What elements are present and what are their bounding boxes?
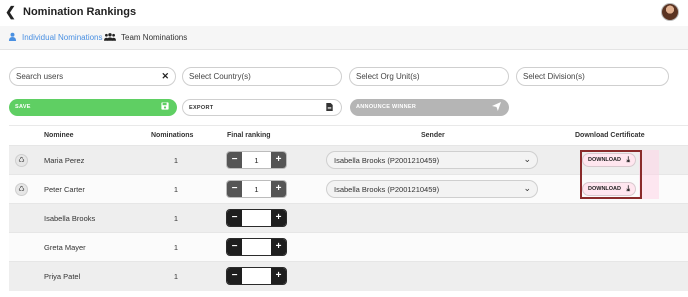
announce-winner-button[interactable]: ANNOUNCE WINNER <box>350 99 509 116</box>
increment-button[interactable]: + <box>271 210 286 226</box>
column-header-nominations: Nominations <box>151 132 194 139</box>
back-arrow-icon[interactable]: ❮ <box>5 4 16 20</box>
app-header: ❮ Nomination Rankings <box>0 0 688 26</box>
increment-button[interactable]: + <box>271 181 286 197</box>
org-unit-select[interactable]: Select Org Unit(s) <box>349 67 509 86</box>
decrement-button[interactable]: − <box>227 210 242 226</box>
file-icon <box>326 103 333 113</box>
ranking-stepper[interactable]: − 1 + <box>226 180 287 198</box>
sender-select[interactable]: Isabella Brooks (P2001210459) ⌄ <box>326 151 538 169</box>
column-header-download-certificate: Download Certificate <box>575 132 645 139</box>
ranking-stepper[interactable]: − + <box>226 238 287 256</box>
ranking-stepper[interactable]: − + <box>226 209 287 227</box>
increment-button[interactable]: + <box>271 268 286 284</box>
tab-team-nominations[interactable]: Team Nominations <box>104 32 187 43</box>
increment-button[interactable]: + <box>271 239 286 255</box>
page-title: Nomination Rankings <box>23 6 137 18</box>
chevron-down-icon: ⌄ <box>523 183 531 193</box>
tab-bar: Individual Nominations Team Nominations <box>0 26 688 50</box>
column-header-sender: Sender <box>421 132 445 139</box>
country-select[interactable]: Select Country(s) <box>182 67 342 86</box>
highlight-glow <box>639 150 659 199</box>
nominations-count: 1 <box>173 214 179 223</box>
decrement-button[interactable]: − <box>227 181 242 197</box>
column-header-nominee: Nominee <box>44 132 74 139</box>
clear-icon[interactable]: ✕ <box>161 71 169 82</box>
ranking-stepper[interactable]: − + <box>226 267 287 285</box>
tab-individual-nominations[interactable]: Individual Nominations <box>8 32 103 43</box>
decrement-button[interactable]: − <box>227 268 242 284</box>
floppy-disk-icon <box>161 102 169 112</box>
export-button[interactable]: EXPORT <box>182 99 342 116</box>
ranking-stepper[interactable]: − 1 + <box>226 151 287 169</box>
division-select[interactable]: Select Division(s) <box>516 67 669 86</box>
search-input[interactable]: Search users ✕ <box>9 67 176 86</box>
save-label: SAVE <box>15 104 31 110</box>
nominations-count: 1 <box>173 272 179 281</box>
group-icon <box>104 32 116 43</box>
save-button[interactable]: SAVE <box>9 99 177 116</box>
nominee-name: Peter Carter <box>44 185 85 194</box>
sender-value: Isabella Brooks (P2001210459) <box>334 185 440 194</box>
trophy-icon: ♺ <box>15 154 28 167</box>
country-placeholder: Select Country(s) <box>189 72 251 81</box>
ranking-value[interactable]: 1 <box>242 185 271 194</box>
chevron-down-icon: ⌄ <box>523 154 531 164</box>
nominations-count: 1 <box>173 156 179 165</box>
column-header-final-ranking: Final ranking <box>227 132 271 139</box>
send-icon <box>492 102 501 113</box>
nominee-name: Priya Patel <box>44 272 81 281</box>
nominee-name: Greta Mayer <box>44 243 86 252</box>
trophy-icon: ♺ <box>15 183 28 196</box>
ranking-value[interactable]: 1 <box>242 156 271 165</box>
announce-label: ANNOUNCE WINNER <box>356 104 417 110</box>
decrement-button[interactable]: − <box>227 239 242 255</box>
nominations-count: 1 <box>173 185 179 194</box>
decrement-button[interactable]: − <box>227 152 242 168</box>
download-highlight-box <box>580 150 642 199</box>
table-header: Nominee Nominations Final ranking Sender… <box>9 125 688 145</box>
tab-label: Individual Nominations <box>22 33 103 42</box>
search-placeholder: Search users <box>16 72 64 81</box>
table-row: Priya Patel 1 − + <box>9 261 688 291</box>
nominations-count: 1 <box>173 243 179 252</box>
division-placeholder: Select Division(s) <box>523 72 585 81</box>
export-label: EXPORT <box>189 105 214 111</box>
nominee-name: Isabella Brooks <box>44 214 96 223</box>
nominee-name: Maria Perez <box>44 156 85 165</box>
sender-value: Isabella Brooks (P2001210459) <box>334 156 440 165</box>
org-unit-placeholder: Select Org Unit(s) <box>356 72 420 81</box>
increment-button[interactable]: + <box>271 152 286 168</box>
sender-select[interactable]: Isabella Brooks (P2001210459) ⌄ <box>326 180 538 198</box>
table-row: Greta Mayer 1 − + <box>9 232 688 261</box>
avatar[interactable] <box>661 3 679 21</box>
tab-label: Team Nominations <box>121 33 188 42</box>
person-icon <box>8 32 17 43</box>
table-row: Isabella Brooks 1 − + <box>9 203 688 232</box>
